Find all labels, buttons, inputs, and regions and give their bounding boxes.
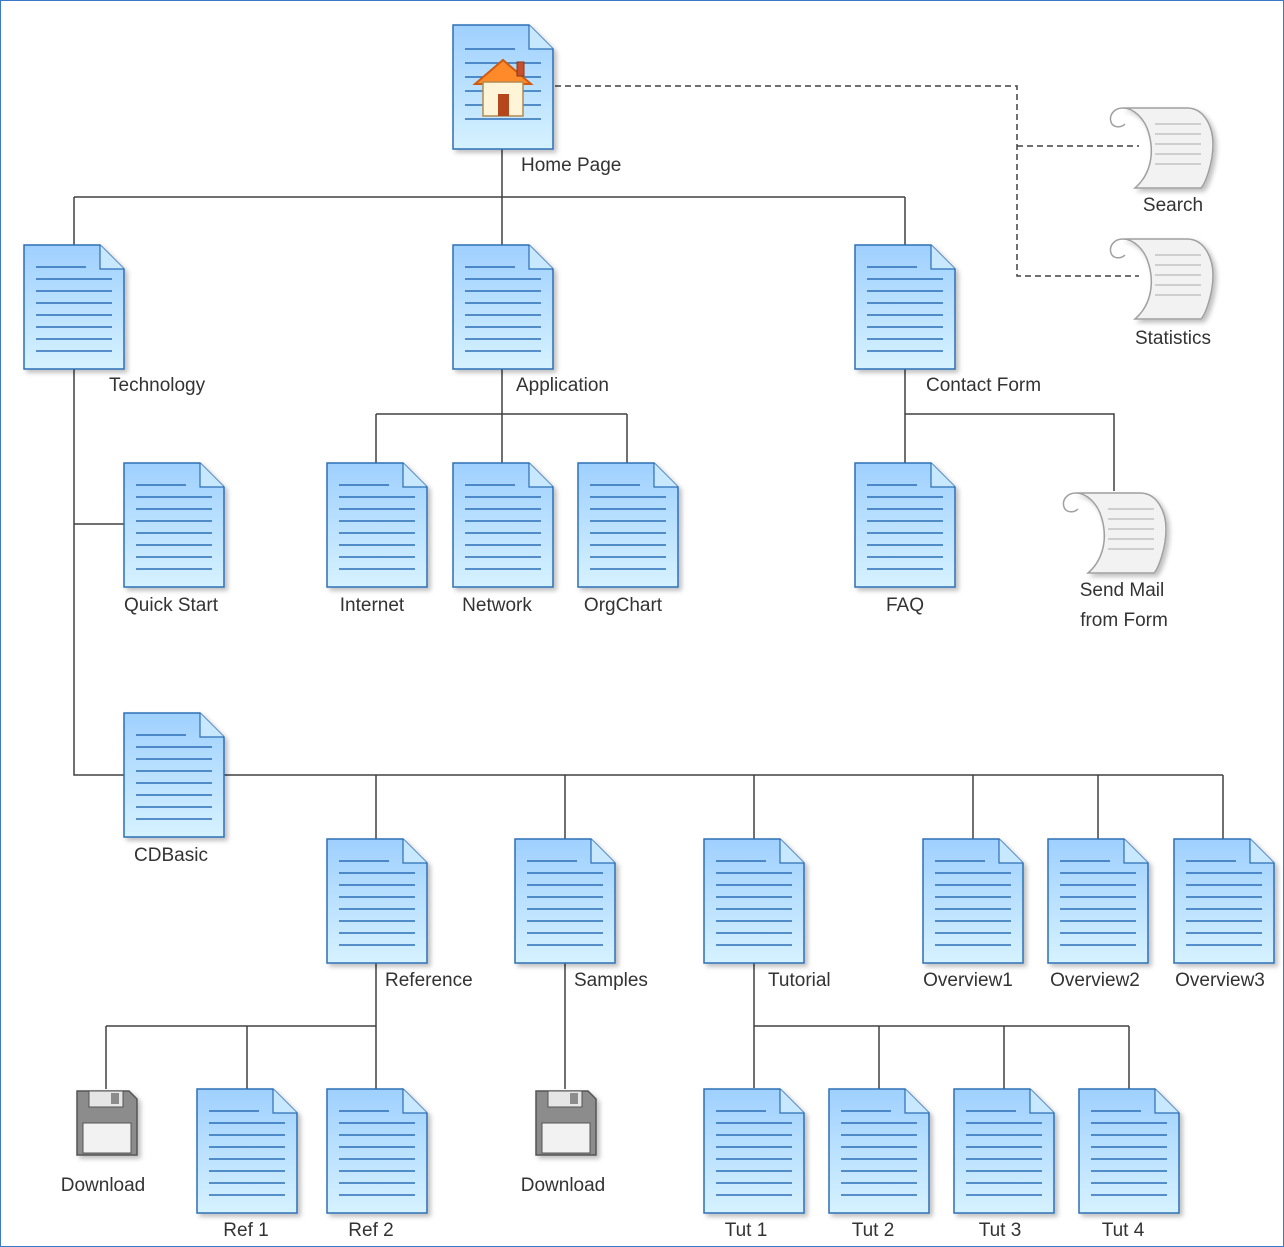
overview3-document-icon	[1173, 838, 1275, 964]
samples-document-icon	[514, 838, 616, 964]
send-mail-scroll-icon	[1062, 492, 1167, 574]
label-send-mail-line2: from Form	[1080, 610, 1168, 631]
dashed-connectors	[555, 85, 1139, 277]
label-application: Application	[516, 375, 609, 396]
node-labels: Home Page Search Statistics Technology A…	[61, 155, 1265, 1241]
reference-document-icon	[326, 838, 428, 964]
label-overview1: Overview1	[923, 970, 1013, 991]
label-overview2: Overview2	[1050, 970, 1140, 991]
orgchart-document-icon	[577, 462, 679, 588]
overview1-document-icon	[922, 838, 1024, 964]
label-download-reference: Download	[61, 1175, 146, 1196]
ref1-document-icon	[196, 1088, 298, 1214]
technology-document-icon	[23, 244, 125, 370]
ref2-document-icon	[326, 1088, 428, 1214]
cdbasic-document-icon	[123, 712, 225, 838]
label-ref1: Ref 1	[223, 1220, 268, 1241]
quick-start-document-icon	[123, 462, 225, 588]
label-contact-form: Contact Form	[926, 375, 1041, 396]
label-tut4: Tut 4	[1102, 1220, 1145, 1241]
label-tut1: Tut 1	[725, 1220, 768, 1241]
search-scroll-icon	[1109, 107, 1214, 189]
label-tutorial: Tutorial	[768, 970, 831, 991]
network-document-icon	[452, 462, 554, 588]
tut2-document-icon	[828, 1088, 930, 1214]
label-search: Search	[1143, 195, 1203, 216]
tut1-document-icon	[703, 1088, 805, 1214]
label-internet: Internet	[340, 595, 405, 616]
statistics-scroll-icon	[1109, 238, 1214, 320]
label-cdbasic: CDBasic	[134, 845, 208, 866]
site-map-diagram: Home Page Search Statistics Technology A…	[23, 24, 1275, 1241]
application-document-icon	[452, 244, 554, 370]
diagram-frame: Home Page Search Statistics Technology A…	[0, 0, 1284, 1247]
label-quick-start: Quick Start	[124, 595, 219, 616]
download-samples-floppy-disk-icon	[535, 1090, 597, 1156]
label-tut2: Tut 2	[852, 1220, 895, 1241]
connector-home-to-utilities	[555, 85, 1139, 277]
connector-cdbasic-children	[223, 774, 1224, 839]
label-reference: Reference	[385, 970, 473, 991]
connector-reference-children	[105, 963, 377, 1089]
label-home-page: Home Page	[521, 155, 621, 176]
label-send-mail-line1: Send Mail	[1080, 580, 1165, 601]
label-network: Network	[462, 595, 532, 616]
contact-form-document-icon	[854, 244, 956, 370]
label-statistics: Statistics	[1135, 328, 1211, 349]
label-technology: Technology	[109, 375, 206, 396]
label-samples: Samples	[574, 970, 648, 991]
connector-home-to-children	[73, 149, 906, 245]
label-faq: FAQ	[886, 595, 924, 616]
tut3-document-icon	[953, 1088, 1055, 1214]
download-reference-floppy-disk-icon	[76, 1090, 138, 1156]
overview2-document-icon	[1047, 838, 1149, 964]
label-ref2: Ref 2	[348, 1220, 393, 1241]
faq-document-icon	[854, 462, 956, 588]
tut4-document-icon	[1078, 1088, 1180, 1214]
connector-technology-trunk	[73, 369, 124, 776]
internet-document-icon	[326, 462, 428, 588]
label-tut3: Tut 3	[979, 1220, 1022, 1241]
label-overview3: Overview3	[1175, 970, 1265, 991]
tutorial-document-icon	[703, 838, 805, 964]
label-orgchart: OrgChart	[584, 595, 663, 616]
label-download-samples: Download	[521, 1175, 606, 1196]
